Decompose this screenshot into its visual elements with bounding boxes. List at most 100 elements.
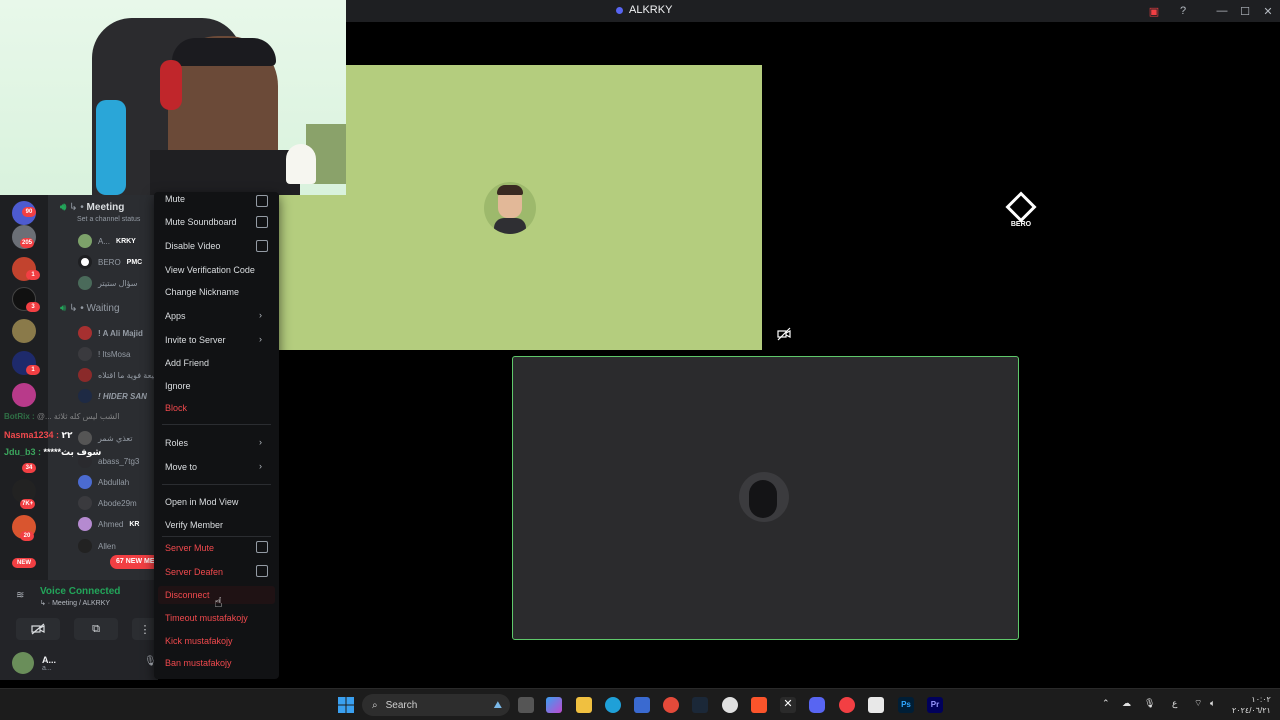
- channel-status-placeholder[interactable]: Set a channel status: [77, 216, 140, 223]
- brave-icon[interactable]: [751, 697, 767, 713]
- server-badge: 205: [20, 238, 35, 248]
- screen-share-icon[interactable]: ⧉: [74, 618, 118, 640]
- menu-item-ban[interactable]: Ban mustafakojy: [165, 658, 232, 668]
- search-placeholder: Search: [385, 699, 418, 711]
- start-icon[interactable]: [338, 697, 354, 713]
- menu-item-timeout[interactable]: Timeout mustafakojy: [165, 613, 248, 623]
- menu-item-server-mute[interactable]: Server Mute: [165, 543, 214, 553]
- disable-video-checkbox[interactable]: [256, 240, 268, 252]
- chat-line: Jdu_b3 : *****شوف بث: [4, 447, 102, 457]
- menu-item-mute-soundboard[interactable]: Mute Soundboard: [165, 217, 237, 227]
- menu-item-change-nickname[interactable]: Change Nickname: [165, 287, 239, 297]
- camera-off-button[interactable]: [16, 618, 60, 640]
- menu-separator: [162, 536, 271, 537]
- inbox-icon[interactable]: ▣: [1146, 3, 1162, 19]
- menu-item-kick[interactable]: Kick mustafakojy: [165, 636, 233, 646]
- voice-icon: 🔊︎: [60, 202, 67, 213]
- menu-item-view-verification-code[interactable]: View Verification Code: [165, 265, 255, 275]
- voice-member[interactable]: Abdullah: [78, 475, 129, 489]
- menu-item-block[interactable]: Block: [165, 403, 187, 413]
- premiere-icon[interactable]: Pr: [927, 697, 943, 713]
- menu-item-disable-video[interactable]: Disable Video: [165, 241, 220, 251]
- new-messages-pill[interactable]: 67 NEW MESSAGES: [110, 555, 160, 569]
- volume-icon[interactable]: 🔈︎: [1210, 698, 1215, 709]
- voice-member[interactable]: ! A Ali Majid: [78, 326, 143, 340]
- settings-icon[interactable]: [722, 697, 738, 713]
- chat-line: Nasma1234 : ٢٢: [4, 430, 73, 440]
- server-badge: 20: [20, 531, 34, 541]
- channel-meeting-name: Meeting: [86, 202, 125, 213]
- taskbar-clock[interactable]: ١٠:٠٢ ٢٠٢٤/٠٦/٢١: [1232, 694, 1271, 716]
- copilot-icon[interactable]: [546, 697, 562, 713]
- user-name: A...: [42, 654, 57, 665]
- server-icon-5[interactable]: [12, 319, 36, 343]
- voice-status[interactable]: Voice Connected: [40, 586, 120, 597]
- voice-member[interactable]: Allen: [78, 539, 116, 553]
- chrome-icon[interactable]: [663, 697, 679, 713]
- close-icon[interactable]: ✕: [1260, 3, 1276, 19]
- menu-item-verify-member[interactable]: Verify Member: [165, 520, 223, 530]
- menu-item-ignore[interactable]: Ignore: [165, 381, 191, 391]
- edge-icon[interactable]: [605, 697, 621, 713]
- voice-member[interactable]: ! HIDER SAN: [78, 389, 147, 403]
- x-icon[interactable]: ✕: [780, 697, 796, 713]
- remote-user-tile[interactable]: BERO: [1005, 191, 1037, 228]
- bero-logo-icon: [1005, 191, 1037, 223]
- server-deafen-checkbox[interactable]: [256, 565, 268, 577]
- user-status: a...: [42, 664, 52, 672]
- menu-item-mute[interactable]: Mute: [165, 194, 185, 204]
- tray-chevron-icon[interactable]: ⌃: [1102, 698, 1110, 709]
- voice-member[interactable]: تعذي شمر: [78, 431, 133, 445]
- chevron-right-icon: ›: [259, 334, 262, 344]
- voice-location[interactable]: ↳ · Meeting / ALKRKY: [40, 599, 110, 607]
- chevron-right-icon: ›: [259, 437, 262, 447]
- maximize-icon[interactable]: ☐: [1237, 3, 1253, 19]
- input-language[interactable]: ع: [1172, 698, 1177, 709]
- menu-item-invite-to-server[interactable]: Invite to Server: [165, 335, 226, 345]
- menu-item-move-to[interactable]: Move to: [165, 462, 197, 472]
- voice-member[interactable]: ! ItsMosa: [78, 347, 130, 361]
- server-icon-7[interactable]: [12, 383, 36, 407]
- menu-item-server-deafen[interactable]: Server Deafen: [165, 567, 223, 577]
- wifi-icon[interactable]: ⌔: [1194, 698, 1202, 709]
- channel-meeting[interactable]: 🔊︎ ↳ • Meeting: [60, 202, 124, 213]
- discord-icon[interactable]: [809, 697, 825, 713]
- menu-separator: [162, 484, 271, 485]
- app-icon-red[interactable]: [839, 697, 855, 713]
- photoshop-icon[interactable]: Ps: [898, 697, 914, 713]
- task-view-icon[interactable]: [518, 697, 534, 713]
- search-icon: ⌕: [372, 699, 378, 711]
- menu-item-add-friend[interactable]: Add Friend: [165, 358, 209, 368]
- channel-waiting[interactable]: 🔊︎ ↳ • Waiting: [60, 303, 120, 314]
- file-explorer-icon[interactable]: [576, 697, 592, 713]
- server-badge: 1: [26, 270, 40, 280]
- menu-item-apps[interactable]: Apps: [165, 311, 186, 321]
- tray-mic-icon[interactable]: 🎙︎: [1144, 698, 1155, 709]
- minimize-icon[interactable]: —: [1214, 3, 1230, 19]
- voice-member[interactable]: Ahmed KR: [78, 517, 139, 531]
- mute-soundboard-checkbox[interactable]: [256, 216, 268, 228]
- voice-member[interactable]: شيعة فوية ما اقتلاه: [78, 368, 158, 382]
- voice-member[interactable]: سؤال ستيتر: [78, 276, 137, 290]
- voice-member[interactable]: A... KRKY: [78, 234, 136, 248]
- app-icon-doc[interactable]: [868, 697, 884, 713]
- taskbar-search[interactable]: ⌕ Search ⛰: [362, 694, 510, 716]
- onedrive-icon[interactable]: ☁: [1122, 698, 1131, 709]
- mute-checkbox[interactable]: [256, 195, 268, 207]
- menu-item-open-in-mod-view[interactable]: Open in Mod View: [165, 497, 238, 507]
- speaker-avatar: [484, 182, 536, 234]
- steam-icon[interactable]: [692, 697, 708, 713]
- store-icon[interactable]: [634, 697, 650, 713]
- user-panel[interactable]: A... a...: [12, 652, 56, 674]
- server-badge: 34: [22, 463, 36, 473]
- help-icon[interactable]: ?: [1175, 3, 1191, 19]
- menu-item-disconnect[interactable]: Disconnect: [165, 590, 210, 600]
- voice-member[interactable]: BERO PMC: [78, 255, 142, 269]
- streamer-webcam: [0, 0, 346, 195]
- voice-member[interactable]: Abode29m: [78, 496, 137, 510]
- camera-off-icon: [777, 327, 791, 341]
- window-title-text: ALKRKY: [629, 4, 673, 16]
- server-mute-checkbox[interactable]: [256, 541, 268, 553]
- menu-item-roles[interactable]: Roles: [165, 438, 188, 448]
- hand-cursor-icon: ☝︎: [214, 594, 223, 610]
